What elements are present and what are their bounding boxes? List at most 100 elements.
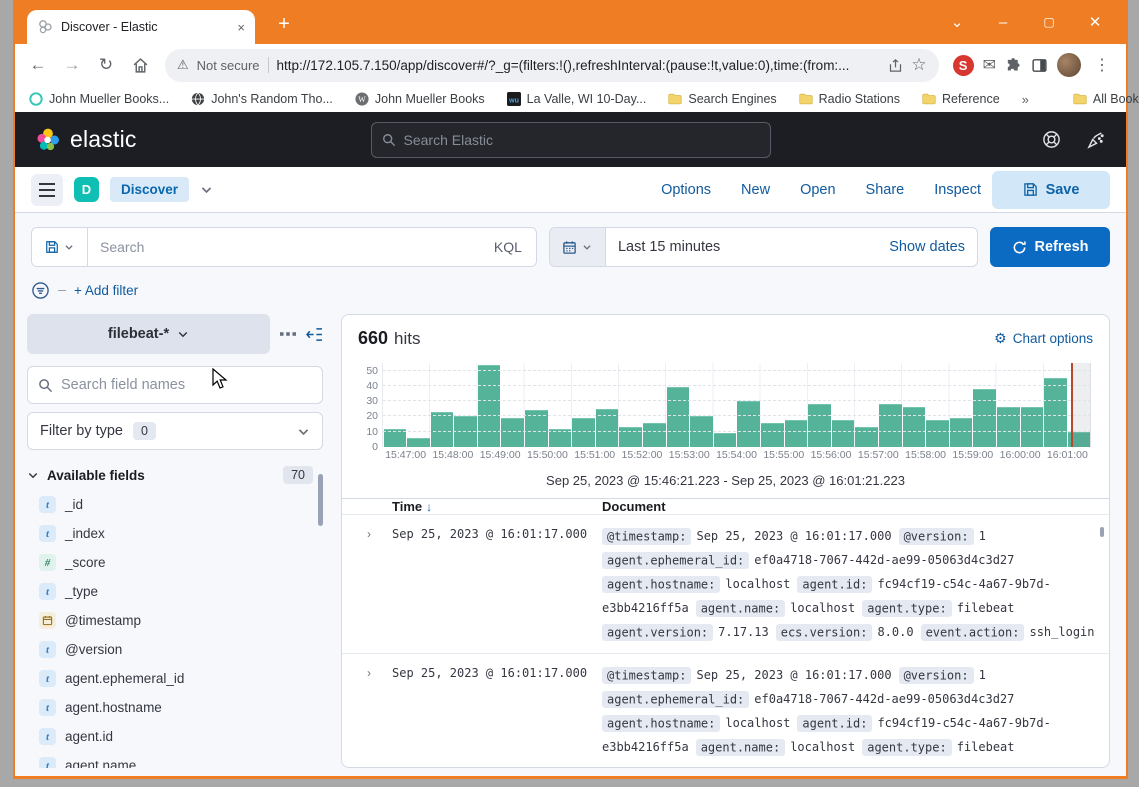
news-feed-icon[interactable]: [1087, 130, 1106, 149]
menu-link-inspect[interactable]: Inspect: [934, 182, 981, 198]
available-fields-header[interactable]: Available fields 70: [27, 466, 323, 484]
search-input[interactable]: Search: [88, 239, 480, 255]
menu-link-new[interactable]: New: [741, 182, 770, 198]
histogram-bar[interactable]: [454, 416, 477, 447]
new-tab-button[interactable]: +: [271, 12, 297, 38]
tab-close-icon[interactable]: ×: [237, 20, 245, 35]
histogram-bar[interactable]: [785, 420, 808, 447]
elastic-logo[interactable]: elastic: [35, 126, 137, 153]
breadcrumb-discover[interactable]: Discover: [110, 177, 189, 202]
reload-icon[interactable]: ↻: [91, 50, 121, 80]
bookmark-item[interactable]: Search Engines: [668, 92, 776, 106]
add-filter-button[interactable]: + Add filter: [74, 283, 138, 298]
histogram-bar[interactable]: [737, 401, 760, 447]
filter-icon[interactable]: [31, 281, 50, 300]
browser-tab[interactable]: Discover - Elastic ×: [27, 10, 255, 44]
refresh-button[interactable]: Refresh: [990, 227, 1110, 267]
space-badge[interactable]: D: [74, 177, 99, 202]
bookmark-item[interactable]: Reference: [922, 92, 1000, 106]
show-dates-button[interactable]: Show dates: [877, 239, 977, 255]
histogram-bar[interactable]: [832, 420, 855, 447]
table-scrollbar[interactable]: [1100, 527, 1104, 537]
histogram-bar[interactable]: [572, 418, 595, 447]
chart-options-button[interactable]: ⚙ Chart options: [994, 330, 1093, 347]
collapse-sidebar-icon[interactable]: [306, 327, 323, 342]
extensions-puzzle-icon[interactable]: [1005, 57, 1022, 74]
expand-row-icon[interactable]: ›: [356, 663, 382, 680]
chart-plot[interactable]: [382, 363, 1091, 447]
main-menu-icon[interactable]: [31, 174, 63, 206]
histogram-bar[interactable]: [478, 365, 501, 447]
histogram-bar[interactable]: [690, 416, 713, 447]
bookmark-star-icon[interactable]: ☆: [911, 55, 926, 75]
help-icon[interactable]: [1042, 130, 1061, 149]
bookmarks-overflow-icon[interactable]: »: [1022, 92, 1029, 107]
histogram-bar[interactable]: [903, 407, 926, 447]
all-bookmarks-button[interactable]: All Bookmarks: [1073, 92, 1139, 106]
tab-search-icon[interactable]: ⌄: [934, 13, 980, 31]
histogram-bar[interactable]: [431, 412, 454, 447]
document-column-header[interactable]: Document: [602, 499, 1095, 514]
bookmark-item[interactable]: WJohn Mueller Books: [355, 92, 485, 106]
sidebar-scrollbar[interactable]: [318, 474, 323, 526]
menu-link-options[interactable]: Options: [661, 182, 711, 198]
menu-link-share[interactable]: Share: [866, 182, 905, 198]
bookmark-item[interactable]: Radio Stations: [799, 92, 900, 106]
url-bar[interactable]: ⚠ Not secure http://172.105.7.150/app/di…: [165, 49, 939, 82]
bookmark-item[interactable]: wuLa Valle, WI 10-Day...: [507, 92, 647, 106]
field-item-agent.id[interactable]: tagent.id: [27, 722, 323, 751]
mail-extension-icon[interactable]: ✉: [983, 55, 996, 75]
histogram-bar[interactable]: [407, 438, 430, 447]
side-panel-icon[interactable]: [1031, 57, 1048, 74]
index-pattern-selector[interactable]: filebeat-*: [27, 314, 270, 354]
close-button[interactable]: ✕: [1072, 13, 1118, 31]
search-field-names-input[interactable]: Search field names: [27, 366, 323, 404]
expand-row-icon[interactable]: ›: [356, 524, 382, 541]
kql-label[interactable]: KQL: [480, 239, 536, 255]
field-item-_index[interactable]: t_index: [27, 519, 323, 548]
histogram-bar[interactable]: [501, 418, 524, 447]
field-item-_score[interactable]: #_score: [27, 548, 323, 577]
field-item-agent.name[interactable]: tagent.name: [27, 751, 323, 768]
time-range-value[interactable]: Last 15 minutes: [606, 239, 877, 255]
extension-s-icon[interactable]: S: [953, 55, 974, 76]
histogram-bar[interactable]: [926, 420, 949, 447]
elastic-search-input[interactable]: Search Elastic: [371, 122, 771, 158]
filter-by-type-dropdown[interactable]: Filter by type 0: [27, 412, 323, 450]
histogram-bar[interactable]: [879, 404, 902, 447]
bookmark-item[interactable]: John Mueller Books...: [29, 92, 169, 106]
security-label[interactable]: Not secure: [197, 58, 260, 73]
minimize-button[interactable]: –: [980, 14, 1026, 31]
profile-avatar[interactable]: [1057, 53, 1081, 77]
chrome-menu-icon[interactable]: ⋮: [1090, 55, 1114, 75]
bookmark-item[interactable]: John's Random Tho...: [191, 92, 333, 106]
histogram-bar[interactable]: [643, 423, 666, 447]
chevron-down-icon[interactable]: [200, 183, 213, 196]
histogram-bar[interactable]: [761, 423, 784, 447]
back-icon[interactable]: ←: [23, 50, 53, 80]
field-item-@timestamp[interactable]: @timestamp: [27, 606, 323, 635]
field-item-@version[interactable]: t@version: [27, 635, 323, 664]
field-item-_id[interactable]: t_id: [27, 490, 323, 519]
histogram-bar[interactable]: [1044, 378, 1067, 447]
home-icon[interactable]: [125, 50, 155, 80]
quick-select-menu-button[interactable]: [550, 228, 606, 266]
histogram-bar[interactable]: [808, 404, 831, 447]
histogram-bar[interactable]: [950, 418, 973, 447]
time-column-header[interactable]: Time↓: [392, 499, 592, 514]
histogram-bar[interactable]: [667, 387, 690, 447]
forward-icon[interactable]: →: [57, 50, 87, 80]
histogram-bar[interactable]: [1021, 407, 1044, 447]
field-item-_type[interactable]: t_type: [27, 577, 323, 606]
save-button[interactable]: Save: [992, 171, 1110, 209]
menu-link-open[interactable]: Open: [800, 182, 835, 198]
field-item-agent.hostname[interactable]: tagent.hostname: [27, 693, 323, 722]
field-settings-icon[interactable]: [280, 327, 296, 341]
url-text[interactable]: http://172.105.7.150/app/discover#/?_g=(…: [277, 58, 881, 73]
maximize-button[interactable]: ▢: [1026, 15, 1072, 29]
histogram-bar[interactable]: [997, 407, 1020, 447]
histogram-bar[interactable]: [973, 389, 996, 447]
share-icon[interactable]: [888, 58, 903, 73]
saved-query-menu-button[interactable]: [32, 228, 88, 266]
field-item-agent.ephemeral_id[interactable]: tagent.ephemeral_id: [27, 664, 323, 693]
